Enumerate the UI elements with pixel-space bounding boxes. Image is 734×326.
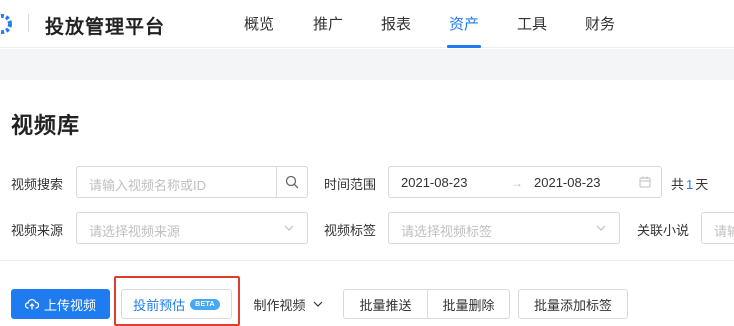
make-video-dropdown[interactable]: 制作视频 xyxy=(243,289,334,319)
highlight-box xyxy=(114,276,240,326)
day-count-prefix: 共 xyxy=(671,177,685,192)
date-range-picker[interactable]: 2021-08-23 → 2021-08-23 xyxy=(388,166,662,198)
video-search-label: 视频搜索 xyxy=(11,177,64,192)
video-tag-placeholder: 请选择视频标签 xyxy=(401,224,493,239)
end-date: 2021-08-23 xyxy=(534,175,601,190)
chevron-down-icon xyxy=(596,225,606,231)
nav-promotion[interactable]: 推广 xyxy=(313,13,343,34)
video-tag-label: 视频标签 xyxy=(324,223,377,238)
content-background-band xyxy=(0,49,734,80)
day-count-suffix: 天 xyxy=(695,177,709,192)
cloud-upload-icon xyxy=(24,299,39,310)
start-date: 2021-08-23 xyxy=(401,175,468,190)
video-search-placeholder: 请输入视频名称或ID xyxy=(89,178,207,193)
nav-reports[interactable]: 报表 xyxy=(381,13,411,34)
batch-add-tag-button[interactable]: 批量添加标签 xyxy=(518,289,628,319)
upload-video-label: 上传视频 xyxy=(43,297,96,313)
brand-divider xyxy=(28,14,29,32)
make-video-label: 制作视频 xyxy=(253,297,306,313)
arrow-right-icon: → xyxy=(511,176,523,190)
chevron-down-icon xyxy=(284,225,294,231)
batch-delete-label: 批量删除 xyxy=(442,297,495,313)
section-divider xyxy=(0,260,734,261)
batch-push-button[interactable]: 批量推送 xyxy=(343,289,428,319)
related-novel-placeholder: 请输 xyxy=(714,224,734,239)
nav-overview[interactable]: 概览 xyxy=(244,13,274,34)
video-source-select[interactable]: 请选择视频来源 xyxy=(76,212,308,244)
video-search-input[interactable]: 请输入视频名称或ID xyxy=(76,166,308,198)
day-count: 共1天 xyxy=(671,174,708,193)
video-source-placeholder: 请选择视频来源 xyxy=(89,224,181,239)
brand-title: 投放管理平台 xyxy=(45,17,166,38)
video-tag-select[interactable]: 请选择视频标签 xyxy=(388,212,620,244)
batch-add-tag-label: 批量添加标签 xyxy=(533,297,612,313)
search-icon xyxy=(285,175,299,189)
related-novel-select[interactable]: 请输 xyxy=(701,212,734,244)
batch-delete-button[interactable]: 批量删除 xyxy=(427,289,510,319)
upload-video-button[interactable]: 上传视频 xyxy=(11,289,110,319)
top-nav: 投放管理平台 概览 推广 报表 资产 工具 财务 xyxy=(0,0,734,48)
nav-active-indicator xyxy=(447,45,481,48)
search-button[interactable] xyxy=(276,167,307,197)
batch-push-label: 批量推送 xyxy=(359,297,412,313)
related-novel-label: 关联小说 xyxy=(637,223,690,238)
nav-tools[interactable]: 工具 xyxy=(517,13,547,34)
nav-assets[interactable]: 资产 xyxy=(449,13,479,34)
nav-finance[interactable]: 财务 xyxy=(585,13,615,34)
day-count-number: 1 xyxy=(686,177,694,192)
video-source-label: 视频来源 xyxy=(11,223,64,238)
chevron-down-icon xyxy=(313,301,322,307)
logo-icon xyxy=(0,14,12,34)
calendar-icon xyxy=(639,176,651,188)
time-range-label: 时间范围 xyxy=(324,177,377,192)
page-title: 视频库 xyxy=(11,113,81,138)
